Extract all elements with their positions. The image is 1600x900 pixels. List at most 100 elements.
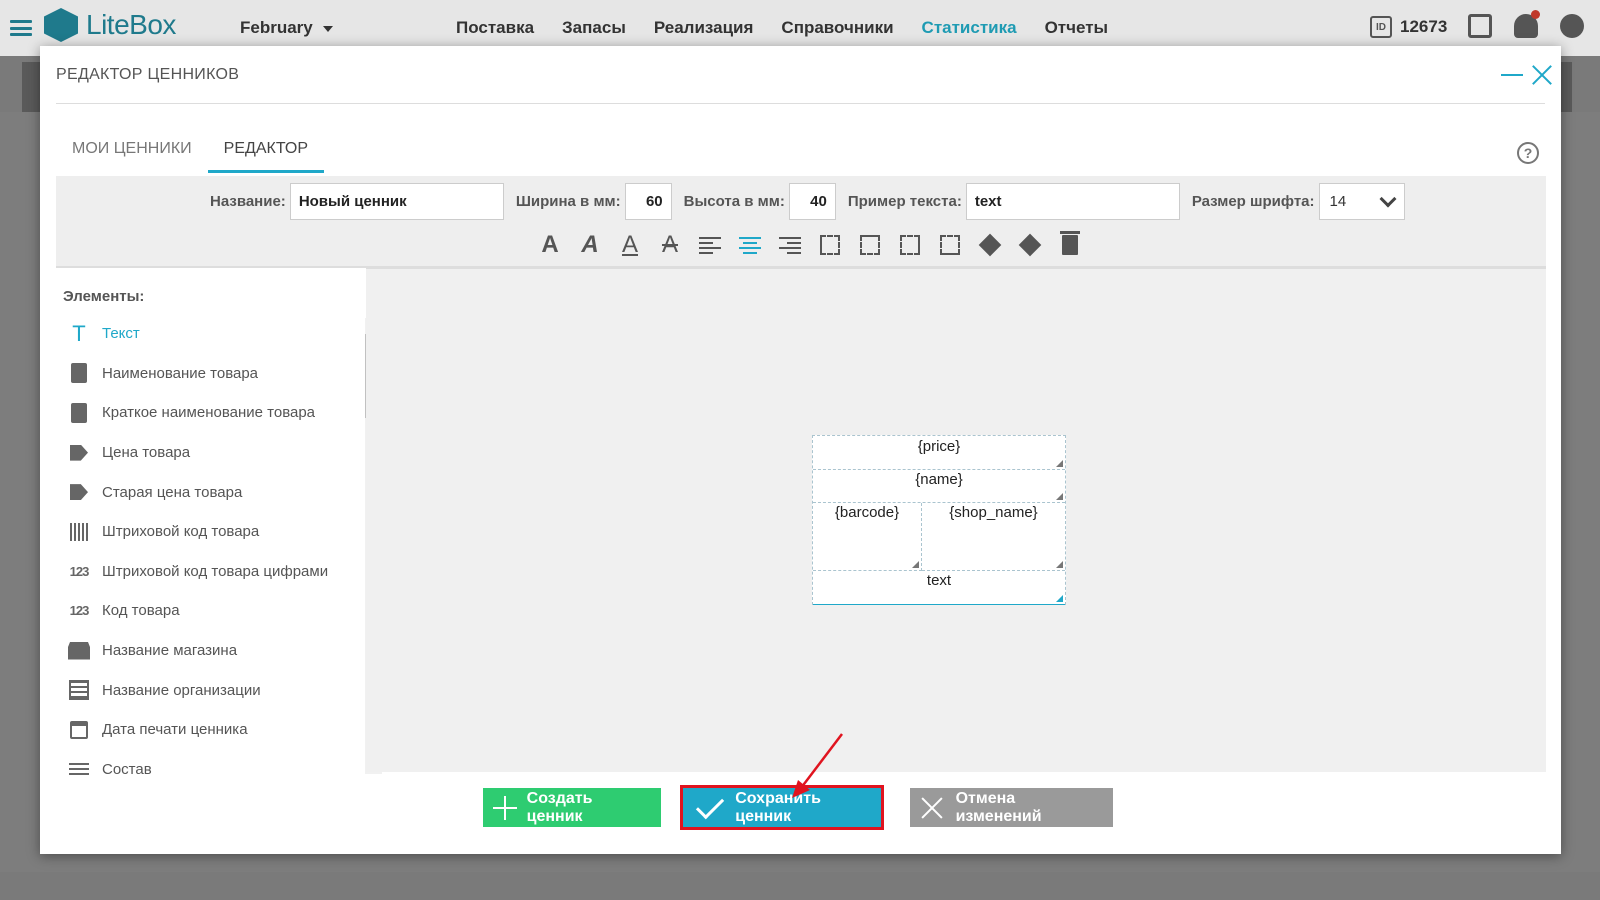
barcode-placeholder: {barcode} bbox=[834, 504, 900, 521]
name-input[interactable]: Новый ценник bbox=[289, 183, 504, 220]
element-item-label: Штриховой код товара bbox=[102, 523, 260, 541]
minimize-icon[interactable] bbox=[1501, 74, 1523, 76]
brand-logo[interactable]: LiteBox bbox=[44, 8, 176, 42]
align-left-button[interactable] bbox=[696, 231, 724, 259]
period-selector[interactable]: February bbox=[240, 18, 333, 38]
barcode-field[interactable]: {barcode} bbox=[813, 503, 922, 571]
element-item-shop-name[interactable]: Название магазина bbox=[56, 631, 346, 671]
calendar-settings-icon[interactable] bbox=[1468, 14, 1492, 38]
element-item-print-date[interactable]: Дата печати ценника bbox=[56, 710, 346, 750]
nav-item-reports[interactable]: Отчеты bbox=[1045, 18, 1109, 38]
resize-handle-icon[interactable] bbox=[1056, 493, 1063, 500]
bring-forward-icon bbox=[978, 233, 1002, 257]
nav-item-sales[interactable]: Реализация bbox=[654, 18, 754, 38]
text-icon: T bbox=[72, 320, 86, 346]
align-right-button[interactable] bbox=[776, 231, 804, 259]
price-placeholder: {price} bbox=[917, 438, 961, 455]
shop-name-field[interactable]: {shop_name} bbox=[922, 503, 1065, 571]
element-item-old-price[interactable]: Старая цена товара bbox=[56, 472, 346, 512]
price-field[interactable]: {price} bbox=[813, 436, 1065, 470]
tab-my-price-tags[interactable]: МОИ ЦЕННИКИ bbox=[56, 130, 208, 173]
width-label: Ширина в мм: bbox=[515, 193, 621, 210]
resize-handle-icon[interactable] bbox=[1056, 561, 1063, 568]
account-id: 12673 bbox=[1400, 17, 1448, 36]
font-size-select[interactable]: 14 bbox=[1318, 183, 1405, 220]
element-item-product-name[interactable]: Наименование товара bbox=[56, 354, 346, 394]
element-item-barcode[interactable]: Штриховой код товара bbox=[56, 512, 346, 552]
shop-name-placeholder: {shop_name} bbox=[949, 504, 1038, 521]
account-info[interactable]: ID 12673 bbox=[1370, 16, 1447, 38]
tab-editor[interactable]: РЕДАКТОР bbox=[207, 130, 324, 173]
border-bottom-icon bbox=[940, 235, 960, 255]
store-icon bbox=[68, 640, 90, 662]
resize-handle-icon[interactable] bbox=[912, 561, 919, 568]
element-item-price[interactable]: Цена товара bbox=[56, 433, 346, 473]
element-item-barcode-digits[interactable]: 123 Штриховой код товара цифрами bbox=[56, 552, 346, 592]
notification-bell-icon[interactable] bbox=[1514, 10, 1540, 38]
help-icon[interactable]: ? bbox=[1517, 142, 1539, 164]
element-item-label: Цена товара bbox=[102, 444, 191, 462]
align-center-button[interactable] bbox=[736, 231, 764, 259]
text-field[interactable]: text bbox=[813, 571, 1065, 605]
close-icon[interactable] bbox=[1531, 64, 1553, 86]
bring-forward-button[interactable] bbox=[976, 231, 1004, 259]
annotation-arrow bbox=[792, 733, 843, 798]
border-left-icon bbox=[820, 235, 840, 255]
close-icon bbox=[920, 796, 944, 820]
element-item-label: Код товара bbox=[102, 602, 180, 620]
delete-element-button[interactable] bbox=[1056, 231, 1084, 259]
border-top-button[interactable] bbox=[856, 231, 884, 259]
border-right-button[interactable] bbox=[896, 231, 924, 259]
underline-button[interactable]: A bbox=[616, 231, 644, 259]
width-input[interactable]: 60 bbox=[624, 183, 672, 220]
cancel-changes-button[interactable]: Отмена изменений bbox=[910, 788, 1113, 827]
italic-button[interactable]: A bbox=[576, 231, 604, 259]
send-backward-button[interactable] bbox=[1016, 231, 1044, 259]
element-item-label: Штриховой код товара цифрами bbox=[102, 562, 329, 580]
barcode-digits-icon: 123 bbox=[69, 563, 90, 579]
hamburger-menu-icon[interactable] bbox=[10, 20, 32, 36]
modal-tabs: МОИ ЦЕННИКИ РЕДАКТОР bbox=[56, 130, 324, 173]
align-right-icon bbox=[779, 236, 801, 254]
strikethrough-button[interactable]: A bbox=[656, 231, 684, 259]
element-item-text[interactable]: T Текст bbox=[56, 314, 346, 354]
element-item-short-product-name[interactable]: Краткое наименование товара bbox=[56, 393, 346, 433]
user-avatar-icon[interactable] bbox=[1560, 14, 1584, 38]
tag-icon bbox=[68, 442, 90, 464]
bold-button[interactable]: A bbox=[536, 231, 564, 259]
align-center-icon bbox=[739, 236, 761, 254]
element-item-product-code[interactable]: 123 Код товара bbox=[56, 591, 346, 631]
element-item-label: Состав bbox=[102, 760, 152, 778]
send-backward-icon bbox=[1018, 233, 1042, 257]
modal-header: РЕДАКТОР ЦЕННИКОВ bbox=[56, 46, 1545, 104]
text-placeholder: text bbox=[926, 572, 952, 589]
create-price-tag-button[interactable]: Создать ценник bbox=[483, 788, 661, 827]
notification-dot bbox=[1531, 10, 1540, 19]
resize-handle-icon[interactable] bbox=[1056, 595, 1063, 602]
chevron-down-icon bbox=[1379, 190, 1397, 207]
name-field[interactable]: {name} bbox=[813, 470, 1065, 503]
nav-item-supply[interactable]: Поставка bbox=[456, 18, 534, 38]
price-tag-preview[interactable]: {price} {name} {barcode} {shop_name} tex… bbox=[812, 435, 1066, 605]
sample-text-input[interactable]: text bbox=[965, 183, 1180, 220]
element-item-label: Название организации bbox=[102, 681, 261, 699]
nav-item-directories[interactable]: Справочники bbox=[781, 18, 893, 38]
nav-item-stock[interactable]: Запасы bbox=[562, 18, 626, 38]
format-toolbar: A A A A bbox=[536, 231, 1084, 259]
checkmark-icon bbox=[695, 790, 725, 819]
font-size-value: 14 bbox=[1329, 193, 1347, 210]
element-item-label: Старая цена товара bbox=[102, 483, 243, 501]
editor-canvas[interactable]: {price} {name} {barcode} {shop_name} tex… bbox=[366, 268, 1546, 772]
border-bottom-button[interactable] bbox=[936, 231, 964, 259]
border-left-button[interactable] bbox=[816, 231, 844, 259]
element-item-label: Краткое наименование товара bbox=[102, 404, 316, 422]
element-item-organization-name[interactable]: Название организации bbox=[56, 670, 346, 710]
height-input[interactable]: 40 bbox=[788, 183, 836, 220]
element-item-label: Дата печати ценника bbox=[102, 721, 248, 739]
elements-list: T Текст Наименование товара Краткое наим… bbox=[56, 314, 346, 789]
brand-name: LiteBox bbox=[86, 9, 176, 40]
font-size-label: Размер шрифта: bbox=[1191, 193, 1315, 210]
resize-handle-icon[interactable] bbox=[1056, 460, 1063, 467]
trash-icon bbox=[1060, 231, 1080, 255]
nav-item-statistics[interactable]: Статистика bbox=[922, 18, 1017, 38]
